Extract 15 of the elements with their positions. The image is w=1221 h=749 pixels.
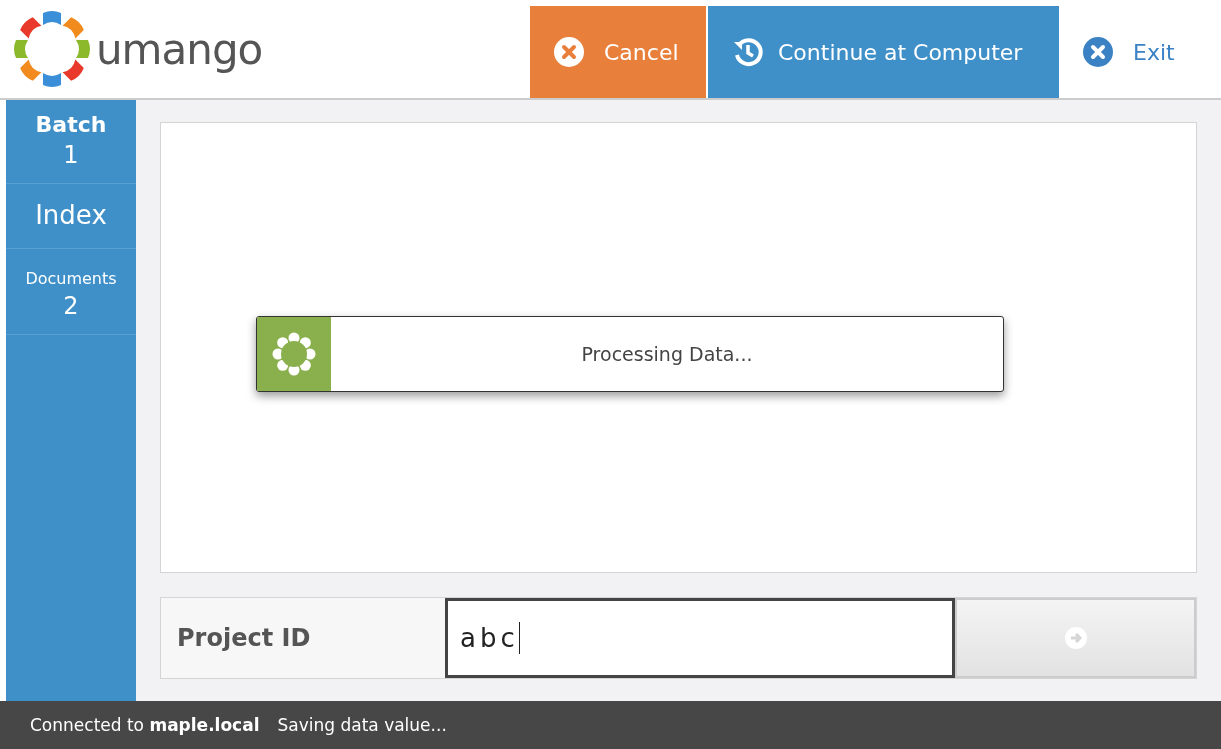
flower-icon xyxy=(272,332,316,376)
connection-status: Connected to maple.local xyxy=(30,715,260,735)
brand-name: umango xyxy=(96,24,263,74)
field-label: Project ID xyxy=(176,623,312,654)
arrow-right-icon xyxy=(1064,627,1087,649)
dialog-message: Processing Data... xyxy=(580,342,754,367)
close-icon xyxy=(1083,37,1113,67)
input-field[interactable]: abc xyxy=(445,598,955,678)
next-button[interactable] xyxy=(955,598,1196,678)
close-icon xyxy=(554,37,584,67)
flower-logo-icon xyxy=(12,9,92,89)
history-icon xyxy=(732,36,764,68)
toolbar-button[interactable]: Cancel xyxy=(530,6,706,98)
status-message: Saving data value... xyxy=(277,715,447,735)
toolbar-button[interactable]: Continue at Computer xyxy=(708,6,1059,98)
